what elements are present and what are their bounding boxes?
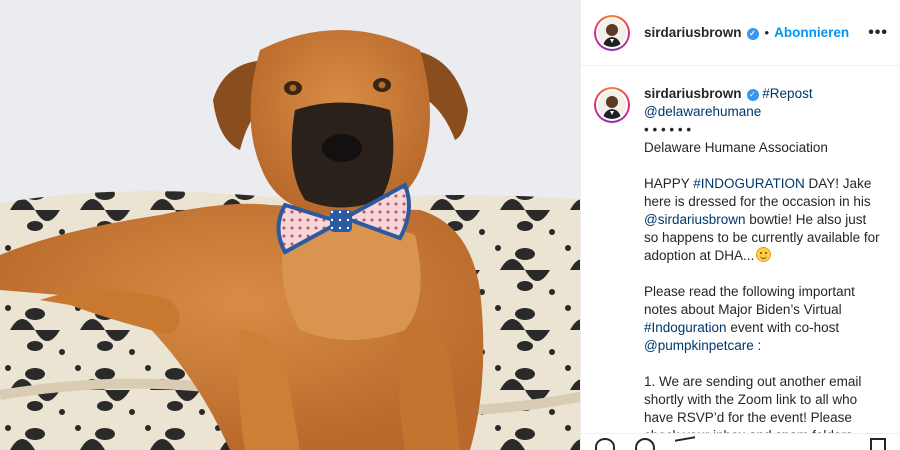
post-actions-bar bbox=[581, 433, 900, 450]
post-photo[interactable] bbox=[0, 0, 580, 450]
share-icon[interactable] bbox=[675, 436, 695, 450]
author-avatar[interactable] bbox=[594, 14, 630, 51]
author-username-text[interactable]: sirdariusbrown bbox=[644, 25, 742, 40]
caption-paragraph-1: HAPPY #INDOGURATION DAY! Jake here is dr… bbox=[644, 176, 880, 263]
caption-paragraph-2: Please read the following important note… bbox=[644, 284, 855, 353]
caption-first-line: sirdariusbrown ✓ #Repost @delawarehumane bbox=[644, 85, 882, 121]
caption-section: sirdariusbrown ✓ #Repost @delawarehumane … bbox=[581, 67, 900, 433]
repost-hashtag[interactable]: #Repost bbox=[762, 86, 812, 101]
mention-pumpkinpetcare[interactable]: @pumpkinpetcare bbox=[644, 338, 754, 353]
mention-sirdariusbrown[interactable]: @sirdariusbrown bbox=[644, 212, 746, 227]
caption-dots: • • • • • • bbox=[644, 122, 692, 137]
bookmark-icon[interactable] bbox=[870, 438, 886, 450]
comment-icon[interactable] bbox=[635, 438, 655, 450]
follow-button[interactable]: Abonnieren bbox=[774, 25, 849, 40]
source-mention[interactable]: @delawarehumane bbox=[644, 104, 761, 119]
avatar-photo bbox=[598, 91, 626, 119]
caption-text: sirdariusbrown ✓ #Repost @delawarehumane … bbox=[644, 85, 882, 433]
dog-photo-illustration bbox=[0, 0, 580, 450]
hashtag-indoguration[interactable]: #INDOGURATION bbox=[693, 176, 805, 191]
caption-username[interactable]: sirdariusbrown bbox=[644, 86, 742, 101]
avatar-photo bbox=[598, 18, 626, 47]
post-header: sirdariusbrown ✓ • Abonnieren ••• bbox=[581, 0, 900, 66]
smiling-face-icon bbox=[756, 247, 772, 262]
verified-badge-icon: ✓ bbox=[746, 28, 759, 40]
caption-org-name: Delaware Humane Association bbox=[644, 140, 828, 155]
verified-badge-icon: ✓ bbox=[746, 89, 759, 101]
caption-paragraph-3: 1. We are sending out another email shor… bbox=[644, 374, 862, 433]
author-username[interactable]: sirdariusbrown ✓ bbox=[644, 25, 759, 40]
hashtag-indoguration-event[interactable]: #Indoguration bbox=[644, 320, 727, 335]
post-side-panel: sirdariusbrown✓ • Abonnieren ••• sirdar bbox=[580, 0, 900, 450]
more-options-icon[interactable]: ••• bbox=[868, 24, 888, 42]
like-heart-icon[interactable] bbox=[595, 438, 615, 450]
caption-author-avatar[interactable] bbox=[594, 87, 630, 123]
separator-dot: • bbox=[764, 25, 770, 40]
